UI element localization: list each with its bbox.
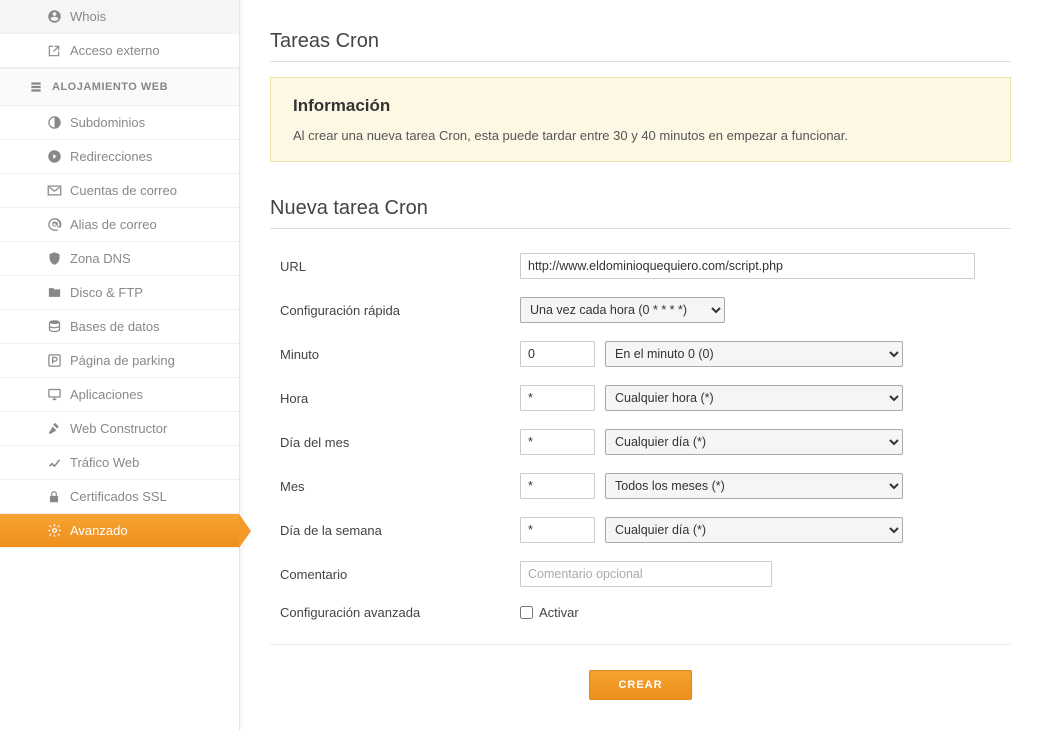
lock-icon [46,489,62,505]
sidebar-item-label: Disco & FTP [70,285,143,300]
gear-icon [46,523,62,539]
hour-select[interactable]: Cualquier hora (*) [605,385,903,411]
quick-config-select[interactable]: Una vez cada hora (0 * * * *) [520,297,725,323]
label-day-of-month: Día del mes [270,435,520,450]
sidebar: Whois Acceso externo ALOJAMIENTO WEB Sub… [0,0,240,730]
sidebar-item-label: Cuentas de correo [70,183,177,198]
label-minute: Minuto [270,347,520,362]
divider [270,644,1011,645]
url-input[interactable] [520,253,975,279]
dow-input[interactable] [520,517,595,543]
user-circle-icon [46,9,62,25]
sidebar-item-subdominios[interactable]: Subdominios [0,106,239,140]
section-title-new-cron: Nueva tarea Cron [270,187,1011,229]
sidebar-item-label: Bases de datos [70,319,160,334]
database-icon [46,319,62,335]
sidebar-item-zona-dns[interactable]: Zona DNS [0,242,239,276]
info-text: Al crear una nueva tarea Cron, esta pued… [293,128,988,143]
at-icon [46,217,62,233]
sidebar-item-whois[interactable]: Whois [0,0,239,34]
sidebar-item-avanzado[interactable]: Avanzado [0,514,239,548]
sidebar-item-label: Redirecciones [70,149,152,164]
label-quick-config: Configuración rápida [270,303,520,318]
sidebar-item-label: Alias de correo [70,217,157,232]
sidebar-item-label: Tráfico Web [70,455,139,470]
sidebar-item-label: Acceso externo [70,43,160,58]
activate-label: Activar [539,605,579,620]
parking-icon [46,353,62,369]
folder-icon [46,285,62,301]
dom-input[interactable] [520,429,595,455]
dow-select[interactable]: Cualquier día (*) [605,517,903,543]
month-input[interactable] [520,473,595,499]
hammer-icon [46,421,62,437]
minute-input[interactable] [520,341,595,367]
contrast-icon [46,115,62,131]
sidebar-item-web-constructor[interactable]: Web Constructor [0,412,239,446]
redirect-icon [46,149,62,165]
label-advanced-config: Configuración avanzada [270,605,520,620]
sidebar-item-label: Zona DNS [70,251,131,266]
chart-icon [46,455,62,471]
sidebar-item-label: Aplicaciones [70,387,143,402]
sidebar-item-certificados-ssl[interactable]: Certificados SSL [0,480,239,514]
sidebar-item-disco-ftp[interactable]: Disco & FTP [0,276,239,310]
hour-input[interactable] [520,385,595,411]
create-button[interactable]: CREAR [589,670,691,700]
label-day-of-week: Día de la semana [270,523,520,538]
label-hour: Hora [270,391,520,406]
month-select[interactable]: Todos los meses (*) [605,473,903,499]
sidebar-item-redirecciones[interactable]: Redirecciones [0,140,239,174]
sidebar-item-cuentas-correo[interactable]: Cuentas de correo [0,174,239,208]
desktop-icon [46,387,62,403]
info-title: Información [293,96,988,116]
sidebar-item-label: Web Constructor [70,421,167,436]
info-box: Información Al crear una nueva tarea Cro… [270,77,1011,162]
sidebar-item-aplicaciones[interactable]: Aplicaciones [0,378,239,412]
mail-icon [46,183,62,199]
sidebar-item-pagina-parking[interactable]: Página de parking [0,344,239,378]
sidebar-item-bases-datos[interactable]: Bases de datos [0,310,239,344]
dom-select[interactable]: Cualquier día (*) [605,429,903,455]
sidebar-item-label: Subdominios [70,115,145,130]
sidebar-item-label: Página de parking [70,353,175,368]
sidebar-item-acceso-externo[interactable]: Acceso externo [0,34,239,68]
section-title-cron: Tareas Cron [270,20,1011,62]
sidebar-item-trafico-web[interactable]: Tráfico Web [0,446,239,480]
sidebar-item-label: Certificados SSL [70,489,167,504]
sidebar-item-label: Avanzado [70,523,128,538]
external-icon [46,43,62,59]
minute-select[interactable]: En el minuto 0 (0) [605,341,903,367]
sidebar-item-label: Whois [70,9,106,24]
cron-form: URL Configuración rápida Una vez cada ho… [270,244,1011,629]
main-content: Tareas Cron Información Al crear una nue… [240,0,1041,730]
server-icon [28,79,44,95]
label-url: URL [270,259,520,274]
shield-icon [46,251,62,267]
sidebar-item-alias-correo[interactable]: Alias de correo [0,208,239,242]
activate-checkbox[interactable] [520,606,533,619]
comment-input[interactable] [520,561,772,587]
sidebar-section-label: ALOJAMIENTO WEB [52,81,168,93]
label-month: Mes [270,479,520,494]
sidebar-section-hosting: ALOJAMIENTO WEB [0,68,239,106]
label-comment: Comentario [270,567,520,582]
